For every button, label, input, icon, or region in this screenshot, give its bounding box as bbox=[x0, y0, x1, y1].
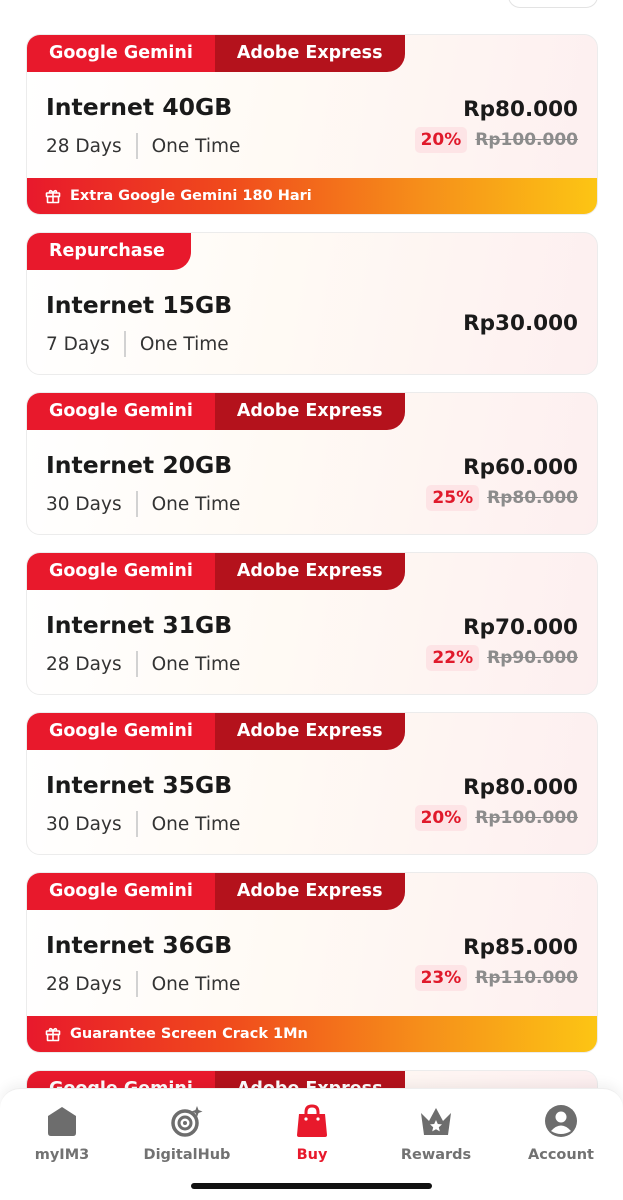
gift-icon bbox=[45, 1027, 61, 1042]
promo-text: Extra Google Gemini 180 Hari bbox=[70, 188, 312, 204]
tag-google-gemini: Google Gemini bbox=[27, 713, 215, 750]
discount-badge: 23% bbox=[414, 965, 468, 991]
discount-badge: 22% bbox=[426, 645, 480, 671]
original-price: Rp110.000 bbox=[475, 968, 578, 988]
nav-item-rewards[interactable]: Rewards bbox=[381, 1103, 491, 1163]
package-list: Google Gemini Adobe Express Internet 40G… bbox=[26, 34, 598, 1127]
tag-group: Google Gemini Adobe Express bbox=[27, 553, 405, 590]
tag-adobe-express: Adobe Express bbox=[214, 35, 405, 72]
tag-adobe-express: Adobe Express bbox=[214, 393, 405, 430]
tag-group: Repurchase bbox=[27, 233, 191, 270]
account-icon bbox=[545, 1105, 577, 1137]
package-price: Rp85.000 bbox=[463, 935, 578, 960]
tag-group: Google Gemini Adobe Express bbox=[27, 713, 405, 750]
tag-group: Google Gemini Adobe Express bbox=[27, 35, 405, 72]
nav-item-digitalhub[interactable]: DigitalHub bbox=[132, 1103, 242, 1163]
discount-row: 23% Rp110.000 bbox=[414, 965, 578, 991]
package-card[interactable]: Repurchase Internet 15GB 7 Days One Time… bbox=[26, 232, 598, 375]
package-meta: 28 Days One Time bbox=[46, 651, 240, 677]
package-meta: 30 Days One Time bbox=[46, 811, 240, 837]
nav-label: DigitalHub bbox=[143, 1147, 231, 1163]
package-price: Rp80.000 bbox=[463, 97, 578, 122]
package-title: Internet 35GB bbox=[46, 771, 233, 799]
divider bbox=[135, 811, 138, 837]
tag-adobe-express: Adobe Express bbox=[214, 873, 405, 910]
package-days: 28 Days bbox=[46, 653, 122, 675]
package-card[interactable]: Google Gemini Adobe Express Internet 20G… bbox=[26, 392, 598, 535]
tag-google-gemini: Google Gemini bbox=[27, 393, 215, 430]
divider bbox=[135, 651, 138, 677]
tag-adobe-express: Adobe Express bbox=[214, 553, 405, 590]
package-meta: 7 Days One Time bbox=[46, 331, 229, 357]
discount-row: 20% Rp100.000 bbox=[414, 805, 578, 831]
package-meta: 30 Days One Time bbox=[46, 491, 240, 517]
promo-text: Guarantee Screen Crack 1Mn bbox=[70, 1026, 308, 1042]
original-price: Rp100.000 bbox=[475, 808, 578, 828]
discount-row: 20% Rp100.000 bbox=[414, 127, 578, 153]
nav-label: Account bbox=[528, 1147, 594, 1163]
discount-badge: 25% bbox=[426, 485, 480, 511]
nav-item-account[interactable]: Account bbox=[506, 1103, 616, 1163]
discount-badge: 20% bbox=[414, 127, 468, 153]
tag-google-gemini: Google Gemini bbox=[27, 873, 215, 910]
tag-group: Google Gemini Adobe Express bbox=[27, 393, 405, 430]
discount-row: 25% Rp80.000 bbox=[426, 485, 578, 511]
package-days: 28 Days bbox=[46, 973, 122, 995]
discount-badge: 20% bbox=[414, 805, 468, 831]
package-type: One Time bbox=[151, 493, 241, 515]
home-indicator[interactable] bbox=[191, 1183, 432, 1189]
original-price: Rp100.000 bbox=[475, 130, 578, 150]
top-pill[interactable] bbox=[508, 0, 598, 8]
tag-google-gemini: Google Gemini bbox=[27, 553, 215, 590]
package-title: Internet 36GB bbox=[46, 931, 233, 959]
package-type: One Time bbox=[151, 653, 241, 675]
home-icon bbox=[48, 1107, 76, 1136]
original-price: Rp90.000 bbox=[487, 648, 578, 668]
nav-label: Buy bbox=[296, 1147, 328, 1163]
tag-google-gemini: Google Gemini bbox=[27, 35, 215, 72]
package-type: One Time bbox=[151, 135, 241, 157]
package-type: One Time bbox=[139, 333, 229, 355]
package-title: Internet 20GB bbox=[46, 451, 233, 479]
discount-row: 22% Rp90.000 bbox=[426, 645, 578, 671]
promo-banner: Guarantee Screen Crack 1Mn bbox=[27, 1016, 597, 1052]
divider bbox=[135, 133, 138, 159]
package-title: Internet 15GB bbox=[46, 291, 233, 319]
promo-banner: Extra Google Gemini 180 Hari bbox=[27, 178, 597, 214]
nav-item-myim3[interactable]: myIM3 bbox=[7, 1103, 117, 1163]
crown-icon bbox=[421, 1108, 451, 1135]
package-card[interactable]: Google Gemini Adobe Express Internet 35G… bbox=[26, 712, 598, 855]
package-days: 28 Days bbox=[46, 135, 122, 157]
tag-repurchase: Repurchase bbox=[27, 233, 191, 270]
package-price: Rp80.000 bbox=[463, 775, 578, 800]
package-title: Internet 31GB bbox=[46, 611, 233, 639]
divider bbox=[123, 331, 126, 357]
nav-label: Rewards bbox=[400, 1147, 472, 1163]
gift-icon bbox=[45, 189, 61, 204]
package-type: One Time bbox=[151, 973, 241, 995]
package-days: 7 Days bbox=[46, 333, 110, 355]
package-card[interactable]: Google Gemini Adobe Express Internet 36G… bbox=[26, 872, 598, 1053]
package-price: Rp30.000 bbox=[463, 311, 578, 336]
divider bbox=[135, 491, 138, 517]
tag-group: Google Gemini Adobe Express bbox=[27, 873, 405, 910]
divider bbox=[135, 971, 138, 997]
package-days: 30 Days bbox=[46, 493, 122, 515]
package-price: Rp60.000 bbox=[463, 455, 578, 480]
shopping-bag-icon bbox=[297, 1104, 327, 1137]
package-days: 30 Days bbox=[46, 813, 122, 835]
package-type: One Time bbox=[151, 813, 241, 835]
package-card[interactable]: Google Gemini Adobe Express Internet 31G… bbox=[26, 552, 598, 695]
package-price: Rp70.000 bbox=[463, 615, 578, 640]
package-meta: 28 Days One Time bbox=[46, 133, 240, 159]
package-meta: 28 Days One Time bbox=[46, 971, 240, 997]
digitalhub-icon bbox=[171, 1106, 203, 1137]
tag-adobe-express: Adobe Express bbox=[214, 713, 405, 750]
package-card[interactable]: Google Gemini Adobe Express Internet 40G… bbox=[26, 34, 598, 215]
original-price: Rp80.000 bbox=[487, 488, 578, 508]
nav-label: myIM3 bbox=[34, 1147, 90, 1163]
nav-item-buy[interactable]: Buy bbox=[257, 1103, 367, 1163]
package-title: Internet 40GB bbox=[46, 93, 233, 121]
